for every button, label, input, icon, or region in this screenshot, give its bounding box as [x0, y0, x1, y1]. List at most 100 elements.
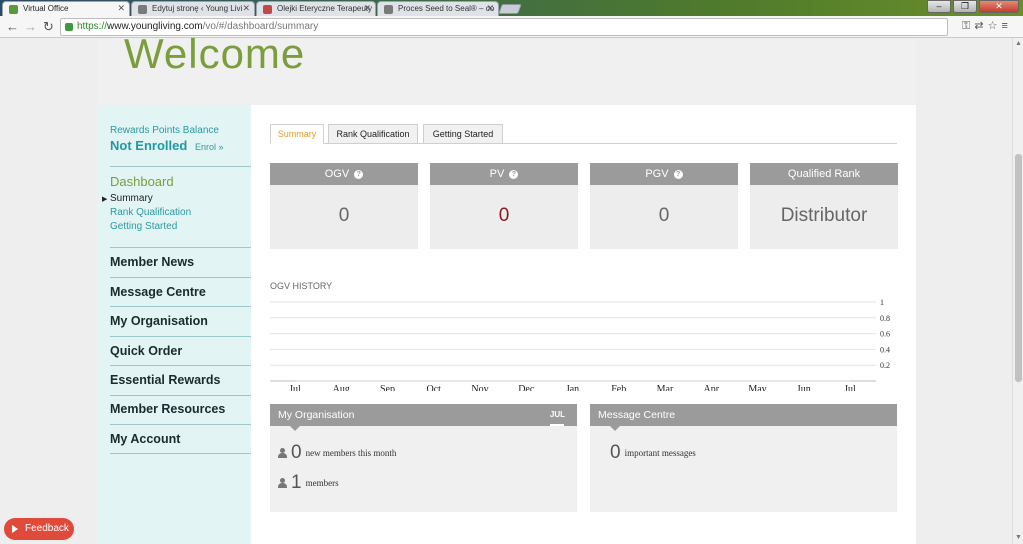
page-scrollbar[interactable]: ▲ ▼: [1012, 38, 1023, 544]
tab-getting-started[interactable]: Getting Started: [423, 124, 503, 144]
forward-arrow-icon[interactable]: →: [24, 19, 37, 35]
panel-title: Message Centre: [598, 409, 676, 421]
browser-toolbar: ← → ↻ https://www.youngliving.com/vo/#/d…: [0, 16, 1023, 38]
bookmark-star-icon[interactable]: ☆: [988, 20, 1002, 32]
sidebar-divider: [110, 365, 251, 366]
sidebar-item-message-centre[interactable]: Message Centre: [110, 285, 206, 299]
x-tick-label: Jan: [566, 384, 579, 391]
rewards-status: Not Enrolled: [110, 138, 188, 153]
back-arrow-icon[interactable]: ←: [6, 19, 19, 35]
minimize-icon[interactable]: –: [927, 0, 951, 13]
sidebar-item-quick-order[interactable]: Quick Order: [110, 344, 182, 358]
sidebar-subitem-summary[interactable]: Summary: [110, 193, 153, 204]
secure-lock-icon: [65, 23, 73, 31]
page-title: Welcome: [124, 38, 306, 77]
sidebar-divider: [110, 336, 251, 337]
sidebar-item-essential-rewards[interactable]: Essential Rewards: [110, 373, 220, 387]
y-tick-label: 0.6: [880, 330, 890, 339]
panel-notch: [610, 426, 620, 431]
stat-label: PV: [489, 168, 505, 180]
new-members-row: 0 new members this month: [278, 442, 396, 464]
stat-label: Qualified Rank: [787, 168, 861, 180]
close-window-icon[interactable]: ✕: [979, 0, 1019, 13]
sidebar-divider: [110, 247, 251, 248]
tab-favicon-icon: [263, 5, 272, 14]
x-tick-label: Oct: [427, 384, 442, 391]
tab-rank-qualification[interactable]: Rank Qualification: [328, 124, 418, 144]
translate-icon[interactable]: ⇄: [974, 20, 987, 32]
panel-title: My Organisation: [278, 409, 355, 421]
tab-summary[interactable]: Summary: [270, 124, 324, 144]
x-tick-label: Jul: [844, 384, 856, 391]
y-tick-label: 0.4: [880, 345, 890, 354]
my-organisation-panel: My Organisation JUL 0 new members this m…: [270, 404, 577, 512]
enrol-link[interactable]: Enrol »: [195, 142, 224, 152]
current-arrow-icon: ▶: [102, 196, 108, 203]
sidebar-divider: [110, 166, 251, 167]
x-tick-label: Jul: [289, 384, 301, 391]
restore-icon[interactable]: ❐: [953, 0, 977, 13]
feedback-button[interactable]: Feedback: [4, 518, 74, 540]
stat-label: OGV: [324, 168, 350, 180]
tab-favicon-icon: [9, 5, 18, 14]
ogv-history-title: OGV HISTORY: [270, 281, 333, 291]
help-icon[interactable]: ?: [673, 170, 683, 179]
browser-tab-seed-to-seal[interactable]: Proces Seed to Seal® – co ✕: [377, 1, 499, 16]
url-path: /vo/#/dashboard/summary: [202, 21, 319, 32]
panel-notch: [290, 426, 300, 431]
sidebar-divider: [110, 424, 251, 425]
reload-icon[interactable]: ↻: [43, 19, 54, 35]
sidebar-item-my-account[interactable]: My Account: [110, 432, 180, 446]
x-tick-label: Nov: [471, 384, 488, 391]
help-icon[interactable]: ?: [354, 170, 364, 179]
sidebar-item-dashboard[interactable]: Dashboard: [110, 174, 174, 189]
sidebar-divider: [110, 306, 251, 307]
rewards-points-label: Rewards Points Balance: [110, 125, 219, 136]
x-tick-label: Aug: [333, 384, 350, 391]
menu-icon[interactable]: ≡: [1001, 20, 1011, 32]
y-tick-label: 1: [880, 298, 884, 307]
scroll-down-icon[interactable]: ▼: [1015, 534, 1022, 541]
sidebar-subitem-rank-qualification[interactable]: Rank Qualification: [110, 207, 191, 218]
key-icon[interactable]: ⚿: [962, 20, 974, 32]
play-icon: [12, 525, 18, 533]
browser-tab-virtual-office[interactable]: Virtual Office ✕: [2, 1, 130, 16]
stat-value: 0: [498, 205, 510, 226]
sidebar-item-member-news[interactable]: Member News: [110, 255, 194, 269]
tab-close-icon[interactable]: ✕: [486, 3, 494, 14]
tab-close-icon[interactable]: ✕: [117, 3, 125, 14]
address-bar[interactable]: https://www.youngliving.com/vo/#/dashboa…: [60, 18, 948, 36]
members-count: 1: [291, 472, 302, 493]
x-tick-label: Jun: [797, 384, 811, 391]
help-icon[interactable]: ?: [509, 170, 519, 179]
x-tick-label: Feb: [611, 384, 626, 391]
sidebar-item-my-organisation[interactable]: My Organisation: [110, 314, 208, 328]
members-row: 1 members: [278, 472, 339, 494]
browser-tab-edit-page[interactable]: Edytuj stronę ‹ Young Livi ✕: [131, 1, 255, 16]
sidebar-item-member-resources[interactable]: Member Resources: [110, 402, 225, 416]
sidebar-divider: [110, 277, 251, 278]
month-label[interactable]: JUL: [550, 404, 565, 426]
browser-tab-strip: Virtual Office ✕ Edytuj stronę ‹ Young L…: [0, 0, 1023, 16]
tab-close-icon[interactable]: ✕: [363, 3, 371, 14]
scroll-up-icon[interactable]: ▲: [1015, 40, 1022, 47]
tab-title: Olejki Eteryczne Terapeuty: [277, 4, 373, 13]
dashboard-main: Summary Rank Qualification Getting Start…: [251, 105, 916, 544]
url-host: www.youngliving.com: [107, 21, 203, 32]
stat-card-pgv: PGV ? 0: [590, 163, 738, 249]
messages-text: important messages: [624, 448, 696, 458]
stat-value: 0: [338, 205, 350, 226]
stat-value: 0: [658, 205, 670, 226]
sidebar-subitem-getting-started[interactable]: Getting Started: [110, 221, 177, 232]
browser-tab-essential-oils[interactable]: Olejki Eteryczne Terapeuty ✕: [256, 1, 376, 16]
url-scheme: https://: [77, 21, 108, 32]
tab-close-icon[interactable]: ✕: [242, 3, 250, 14]
ogv-history-chart: 0.2 0.4 0.6 0.8 1 Jul Aug Sep Oct Nov Dec Jan Feb Mar…: [270, 298, 890, 391]
x-tick-label: Sep: [380, 384, 395, 391]
tab-favicon-icon: [384, 5, 393, 14]
new-tab-button[interactable]: [498, 4, 522, 14]
sidebar-divider: [110, 395, 251, 396]
toolbar-icons: ⚿⇄☆≡: [962, 19, 1012, 33]
stat-value: Distributor: [780, 205, 868, 226]
scrollbar-thumb[interactable]: [1015, 154, 1022, 382]
